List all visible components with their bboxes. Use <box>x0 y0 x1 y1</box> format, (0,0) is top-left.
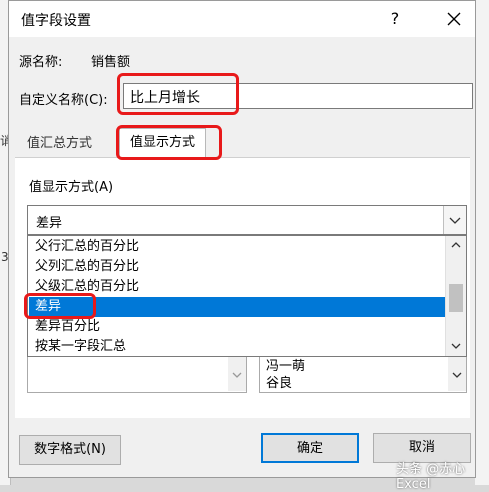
list-item[interactable]: 父级汇总的百分比 <box>29 277 447 297</box>
chevron-up-icon <box>451 242 461 248</box>
chevron-down-icon <box>232 372 242 378</box>
close-button[interactable] <box>439 5 469 33</box>
list-item[interactable]: 谷良 <box>266 372 292 391</box>
number-format-button[interactable]: 数字格式(N) <box>19 435 121 465</box>
base-field-scrollbar[interactable] <box>228 357 246 391</box>
spreadsheet-background-right <box>475 0 489 485</box>
watermark: 头条 @赤心Excel <box>396 462 466 492</box>
dropdown-toggle-button[interactable] <box>443 206 466 234</box>
dialog-title: 值字段设置 <box>21 13 91 29</box>
list-scrollbar[interactable] <box>445 236 466 356</box>
list-item[interactable]: 父行汇总的百分比 <box>29 237 447 257</box>
custom-name-input[interactable]: 比上月增长 <box>123 83 473 109</box>
ok-button[interactable]: 确定 <box>261 433 359 463</box>
title-bar: 值字段设置 ? <box>9 1 475 37</box>
dropdown-selected-value: 差异 <box>36 216 63 231</box>
chevron-down-icon <box>452 372 462 378</box>
show-values-as-options-list[interactable]: 父行汇总的百分比 父列汇总的百分比 父级汇总的百分比 差异 差异百分比 按某一字… <box>27 235 467 357</box>
show-values-as-dropdown[interactable]: 差异 <box>27 205 467 235</box>
custom-name-label: 自定义名称(C): <box>19 93 108 108</box>
list-item[interactable]: 差异百分比 <box>29 317 447 337</box>
tab-show-values-as[interactable]: 值显示方式 <box>119 128 207 159</box>
help-button[interactable]: ? <box>383 7 407 31</box>
value-field-settings-dialog: 值字段设置 ? 源名称: 销售额 自定义名称(C): 比上月增长 值汇总方式 值… <box>8 0 476 478</box>
list-item-selected[interactable]: 差异 <box>29 297 447 317</box>
scroll-thumb[interactable] <box>449 284 463 312</box>
source-name-label: 源名称: <box>19 55 63 70</box>
base-item-scrollbar[interactable] <box>448 357 466 391</box>
source-name-value: 销售额 <box>91 55 131 70</box>
scroll-up-button[interactable] <box>446 236 466 254</box>
list-item[interactable]: 父列汇总的百分比 <box>29 257 447 277</box>
tab-summarize-values-by[interactable]: 值汇总方式 <box>17 130 102 157</box>
close-icon <box>447 12 461 26</box>
show-values-as-label: 值显示方式(A) <box>29 180 114 195</box>
base-item-list[interactable]: 冯一萌 谷良 <box>259 357 467 393</box>
scroll-down-button[interactable] <box>446 337 466 355</box>
base-field-list[interactable] <box>27 357 247 393</box>
chevron-down-icon <box>451 343 461 349</box>
list-item[interactable]: 按某一字段汇总 <box>29 337 447 356</box>
chevron-down-icon <box>449 217 461 224</box>
